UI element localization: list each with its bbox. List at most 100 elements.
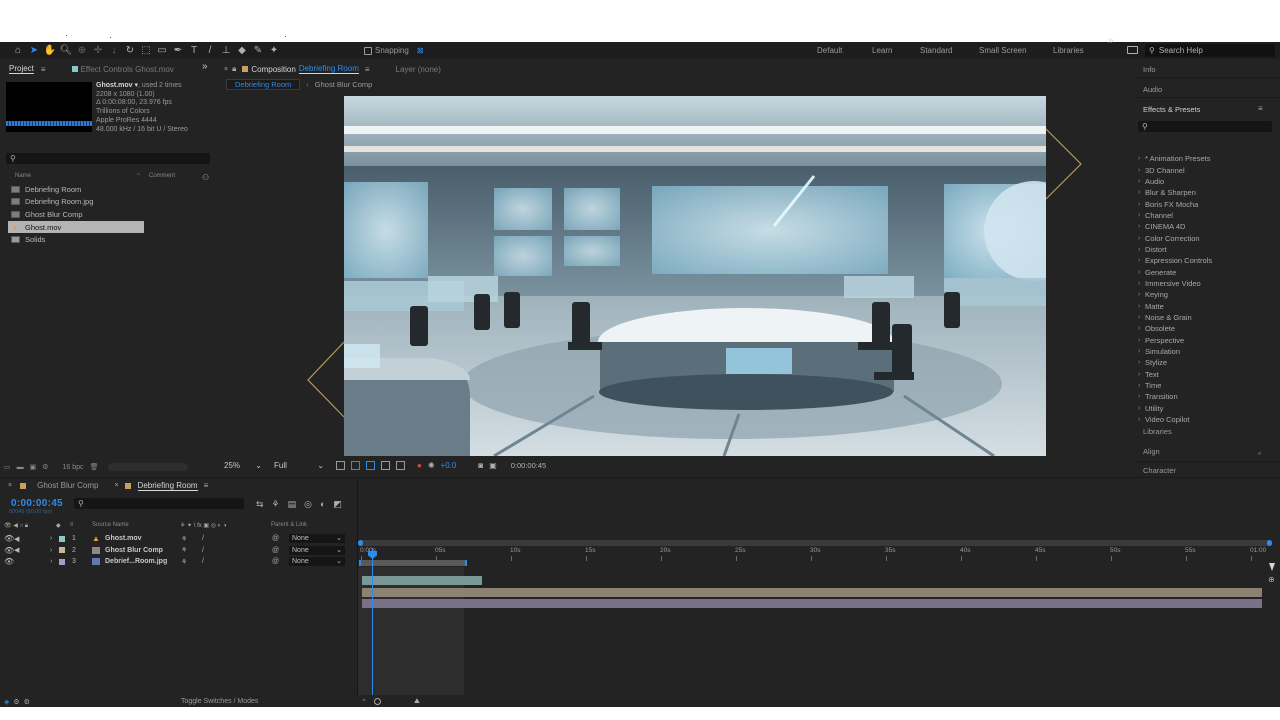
speaker-icon[interactable]: ◀︎ [14,546,28,554]
mask-visibility-icon[interactable] [366,460,375,470]
list-item[interactable]: Ghost Blur Comp [8,208,204,221]
layer-name[interactable]: Debrief...Room.jpg [105,558,167,565]
draft-3d-icon[interactable]: ⚘ [272,499,280,510]
effects-category-item[interactable]: › Obsolete [1138,323,1268,334]
composition-viewer[interactable] [216,92,1134,456]
layer-bar-debriefing-room[interactable] [362,599,1262,608]
current-time-display[interactable]: 0:00:00:45 [511,461,546,470]
list-item[interactable]: Solids [8,233,204,246]
effects-category-item[interactable]: › Boris FX Mocha [1138,198,1268,209]
quality-switch-icon[interactable]: / [202,535,204,542]
parent-dropdown[interactable]: None ⌄ [289,534,345,544]
tab-effect-controls[interactable]: Effect Controls Ghost.mov [66,62,180,76]
breadcrumb-ghost-blur-comp[interactable]: Ghost Blur Comp [315,80,373,89]
effects-category-item[interactable]: › Blur & Sharpen [1138,187,1268,198]
new-composition-icon[interactable]: ▣ [30,463,37,471]
graph-editor-icon[interactable]: ◩ [333,499,342,510]
hand-tool-icon[interactable]: ✋ [42,44,58,58]
panel-menu-icon[interactable]: ≡ [204,481,209,490]
type-tool-icon[interactable]: T [186,44,202,58]
sort-icon[interactable]: ⌃ [136,173,141,180]
effects-category-item[interactable]: › * Animation Presets [1138,153,1268,164]
label-color-swatch[interactable] [59,535,65,542]
effects-category-item[interactable]: › Utility [1138,403,1268,414]
effects-search-input[interactable]: ⚲ [1138,121,1272,132]
toggle-switches-modes-button[interactable]: Toggle Switches / Modes [181,698,258,705]
time-ruler[interactable]: 0:00s 05s 10s 15s 20s 25s 30s 35s 40s 45s 50s 55s 01… [358,538,1270,564]
interpret-footage-icon[interactable]: ▭ [4,463,11,471]
effects-category-item[interactable]: › Simulation [1138,346,1268,357]
panel-menu-icon[interactable]: ≡ [41,65,46,74]
flowchart-icon[interactable]: ⚇ [202,173,209,182]
layer-bar-ghost-mov[interactable] [362,576,482,585]
rotate-tool-icon[interactable]: ↻ [122,44,138,58]
character-panel-title[interactable]: Character [1143,466,1176,475]
clone-stamp-tool-icon[interactable]: ⊥ [218,44,234,58]
more-workspaces-icon[interactable]: » [1108,35,1114,46]
info-panel-title[interactable]: Info [1143,65,1156,74]
effects-category-item[interactable]: › Channel [1138,210,1268,221]
parent-dropdown[interactable]: None ⌄ [289,545,345,555]
effects-category-item[interactable]: › Matte [1138,300,1268,311]
snapping-options-icon[interactable]: ⊠ [417,46,424,55]
motion-blur-icon[interactable]: ◐ [320,499,325,510]
show-snapshot-icon[interactable]: ▣ [489,461,497,470]
pick-whip-icon[interactable]: @ [272,558,279,565]
tab-composition[interactable]: Composition Debriefing Room ≡ [236,62,375,76]
effects-category-item[interactable]: › Time [1138,380,1268,391]
list-item[interactable]: Debriefing Room [8,183,204,196]
zoom-dropdown[interactable]: 25% ⌄ [224,461,262,470]
chevron-right-icon[interactable]: › [50,547,52,554]
col-source-name[interactable]: Source Name [92,522,129,528]
tab-debriefing-room[interactable]: Debriefing Room ≡ [119,479,215,493]
effects-category-item[interactable]: › Text [1138,369,1268,380]
speaker-icon[interactable]: ◀︎ [14,535,28,543]
zoom-out-icon[interactable]: ⌃ [361,698,367,706]
pick-whip-icon[interactable]: @ [272,535,279,542]
effects-presets-title[interactable]: Effects & Presets [1143,105,1200,114]
effects-category-item[interactable]: › Distort [1138,244,1268,255]
tab-layer[interactable]: Layer (none) [390,62,447,76]
new-folder-icon[interactable]: ▫ [1258,449,1261,458]
dolly-tool-icon[interactable]: ↓ [106,44,122,58]
label-color-swatch[interactable] [59,547,65,554]
panel-menu-icon[interactable]: ≡ [365,65,370,74]
resolution-dropdown[interactable]: Full ⌄ [274,461,324,470]
effects-category-item[interactable]: › CINEMA 4D [1138,221,1268,232]
pick-whip-icon[interactable]: @ [272,547,279,554]
effects-category-item[interactable]: › Noise & Grain [1138,312,1268,323]
close-icon[interactable]: × [104,482,118,489]
close-icon[interactable]: × [0,482,12,489]
brush-tool-icon[interactable]: / [202,44,218,58]
workspace-small-screen[interactable]: Small Screen [979,46,1027,55]
workspace-default[interactable]: Default [817,46,842,55]
label-color-swatch[interactable] [59,558,65,565]
workspace-panel-icon[interactable] [1127,46,1138,54]
panel-menu-icon[interactable]: ≡ [1258,104,1263,113]
puppet-tool-icon[interactable]: ✦ [266,44,282,58]
zoom-slider-handle[interactable] [374,698,381,705]
chevron-right-icon[interactable]: › [50,535,52,542]
col-parent-link[interactable]: Parent & Link [271,522,307,528]
effects-category-item[interactable]: › Generate [1138,266,1268,277]
color-management-icon[interactable]: ✺ [428,461,435,470]
footage-name[interactable]: Ghost.mov ▾ [96,82,138,89]
shy-switch-icon[interactable]: ⚘ [181,558,187,566]
table-row[interactable]: 👁︎ ◀︎ › 2 ▣ Ghost Blur Comp ⚘ / @ None ⌄ [4,545,354,557]
zoom-tool-icon[interactable]: 🔍︎ [58,44,74,58]
breadcrumb-debriefing-room[interactable]: Debriefing Room [226,78,301,90]
eye-icon[interactable]: 👁︎ [4,557,14,566]
effects-category-item[interactable]: › Stylize [1138,357,1268,368]
eye-icon[interactable]: 👁︎ [4,546,14,555]
pan-tool-icon[interactable]: ✛ [90,44,106,58]
panel-overflow-icon[interactable]: » [202,61,208,72]
snapping-toggle[interactable]: Snapping ⊠ [364,46,424,55]
region-of-interest-icon[interactable] [336,460,345,470]
effects-category-item[interactable]: › Keying [1138,289,1268,300]
parent-dropdown[interactable]: None ⌄ [289,557,345,567]
camera-tool-icon[interactable]: ⬚ [138,44,154,58]
render-time-icon[interactable]: ◈ [4,698,9,706]
quality-switch-icon[interactable]: / [202,547,204,554]
end-marker-icon[interactable] [1269,563,1275,571]
rectangle-tool-icon[interactable]: ▭ [154,44,170,58]
